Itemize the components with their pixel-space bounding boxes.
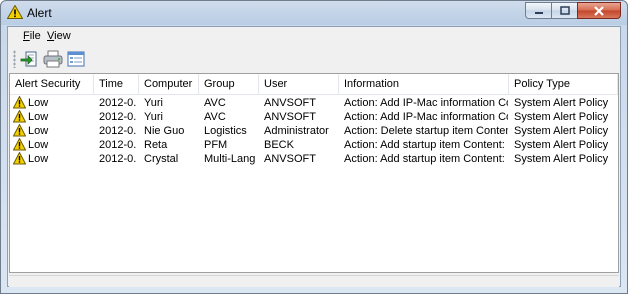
- column-header-information[interactable]: Information: [339, 74, 509, 94]
- cell-policy-type: System Alert Policy: [514, 139, 609, 151]
- close-button[interactable]: [577, 2, 621, 19]
- cell-information: Action: Add IP-Mac information Cont...: [344, 111, 508, 123]
- cell-computer: Yuri: [144, 111, 163, 123]
- cell-information: Action: Add IP-Mac information Cont...: [344, 97, 508, 109]
- cell-user: ANVSOFT: [264, 97, 316, 109]
- cell-user: BECK: [264, 139, 294, 151]
- menu-view[interactable]: View: [47, 30, 71, 42]
- cell-group: PFM: [204, 139, 228, 151]
- cell-computer: Nie Guo: [144, 125, 185, 137]
- alert-window: Alert File View Alert Security Time Comp…: [0, 0, 628, 294]
- column-header-policy-type[interactable]: Policy Type: [509, 74, 618, 94]
- table-row[interactable]: Low 2012-0... Yuri AVC ANVSOFT Action: A…: [10, 110, 618, 124]
- caption-buttons: [525, 2, 621, 19]
- table-row[interactable]: Low 2012-0... Yuri AVC ANVSOFT Action: A…: [10, 96, 618, 110]
- toolbar: [12, 47, 88, 71]
- cell-severity: Low: [28, 153, 49, 165]
- column-header-computer[interactable]: Computer: [139, 74, 199, 94]
- cell-time: 2012-0...: [99, 111, 137, 123]
- cell-time: 2012-0...: [99, 125, 137, 137]
- table-row[interactable]: Low 2012-0... Reta PFM BECK Action: Add …: [10, 138, 618, 152]
- minimize-button[interactable]: [525, 2, 551, 19]
- cell-user: ANVSOFT: [264, 153, 316, 165]
- cell-information: Action: Add startup item Content: C:\...: [344, 153, 508, 165]
- cell-policy-type: System Alert Policy: [514, 111, 609, 123]
- warning-icon: [7, 5, 23, 19]
- cell-time: 2012-0...: [99, 153, 137, 165]
- print-icon: [43, 50, 63, 68]
- cell-computer: Reta: [144, 139, 168, 151]
- minimize-icon: [534, 11, 543, 14]
- column-header-group[interactable]: Group: [199, 74, 259, 94]
- warning-icon: [13, 152, 26, 165]
- cell-severity: Low: [28, 139, 49, 151]
- list-header: Alert Security Time Computer Group User …: [10, 74, 618, 95]
- title-bar[interactable]: Alert: [1, 1, 627, 27]
- cell-severity: Low: [28, 111, 49, 123]
- warning-icon: [13, 138, 26, 151]
- table-row[interactable]: Low 2012-0... Nie Guo Logistics Administ…: [10, 124, 618, 138]
- column-header-user[interactable]: User: [259, 74, 339, 94]
- warning-icon: [13, 96, 26, 109]
- column-header-alert-security[interactable]: Alert Security: [10, 74, 94, 94]
- cell-information: Action: Add startup item Content: C:\...: [344, 139, 508, 151]
- close-icon: [594, 5, 604, 16]
- cell-time: 2012-0...: [99, 139, 137, 151]
- print-button[interactable]: [43, 49, 63, 69]
- maximize-icon: [559, 6, 570, 15]
- column-header-time[interactable]: Time: [94, 74, 139, 94]
- cell-severity: Low: [28, 125, 49, 137]
- cell-user: Administrator: [264, 125, 329, 137]
- cell-severity: Low: [28, 97, 49, 109]
- cell-user: ANVSOFT: [264, 111, 316, 123]
- cell-group: Multi-Lang: [204, 153, 256, 165]
- maximize-button[interactable]: [551, 2, 577, 19]
- alert-list[interactable]: Alert Security Time Computer Group User …: [9, 73, 619, 273]
- cell-policy-type: System Alert Policy: [514, 125, 609, 137]
- warning-icon: [13, 124, 26, 137]
- cell-group: AVC: [204, 111, 226, 123]
- cell-group: Logistics: [204, 125, 247, 137]
- cell-policy-type: System Alert Policy: [514, 153, 609, 165]
- menu-file-mnemonic: F: [23, 30, 30, 42]
- cell-computer: Crystal: [144, 153, 179, 165]
- cell-computer: Yuri: [144, 97, 163, 109]
- cell-time: 2012-0...: [99, 97, 137, 109]
- menu-bar: File View: [8, 27, 620, 45]
- window-title: Alert: [27, 6, 52, 20]
- menu-file-label-post: ile: [29, 30, 41, 42]
- toolbar-grip[interactable]: [13, 50, 16, 68]
- menu-file[interactable]: File: [23, 30, 41, 42]
- export-button[interactable]: [19, 49, 39, 69]
- status-bar: [9, 275, 619, 287]
- export-icon: [20, 51, 37, 67]
- client-area: File View Alert Security Time Computer G…: [7, 26, 621, 287]
- cell-group: AVC: [204, 97, 226, 109]
- details-icon: [67, 51, 85, 67]
- table-row[interactable]: Low 2012-0... Crystal Multi-Lang ANVSOFT…: [10, 152, 618, 166]
- warning-icon: [13, 110, 26, 123]
- cell-information: Action: Delete startup item Content: ...: [344, 125, 508, 137]
- menu-view-label-post: iew: [54, 30, 71, 42]
- details-button[interactable]: [66, 49, 86, 69]
- cell-policy-type: System Alert Policy: [514, 97, 609, 109]
